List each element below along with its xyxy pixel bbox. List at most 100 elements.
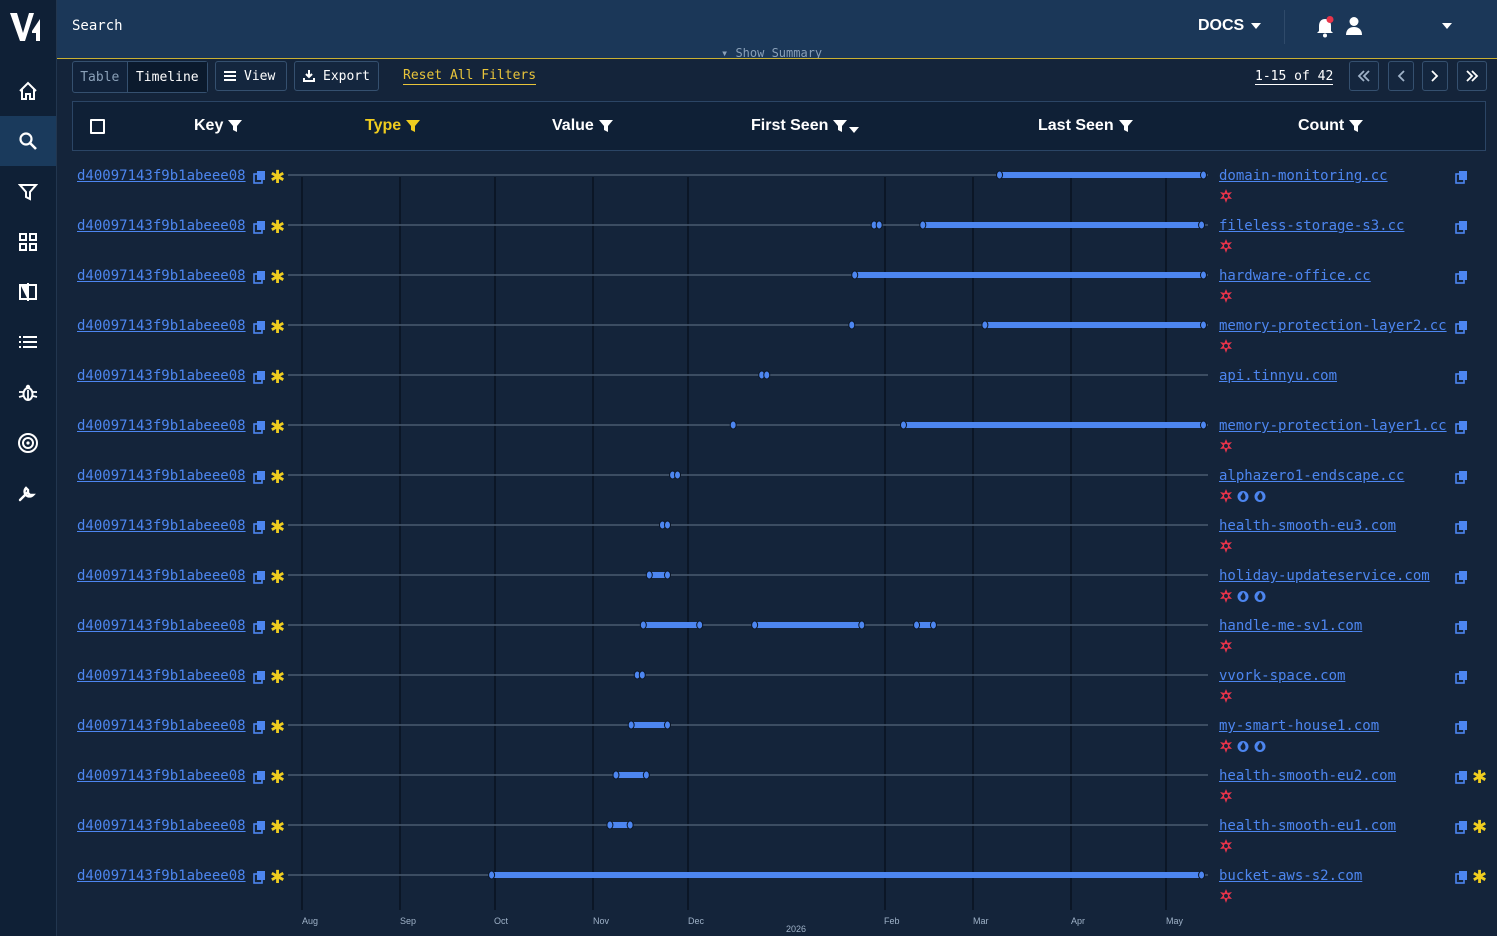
row-value-link[interactable]: memory-protection-layer1.cc [1219, 418, 1447, 434]
row-key-link[interactable]: d40097143f9b1abeee08 [77, 518, 246, 534]
copy-value-icon[interactable] [1455, 769, 1469, 788]
row-value-link[interactable]: health-smooth-eu2.com [1219, 768, 1396, 784]
filter-icon[interactable] [1348, 118, 1364, 134]
last-page-button[interactable] [1457, 61, 1487, 91]
sidebar-item-compare[interactable] [0, 267, 56, 317]
table-row[interactable]: d40097143f9b1abeee08 ✱ hardware-office.cc [72, 267, 1492, 315]
row-key-link[interactable]: d40097143f9b1abeee08 [77, 168, 246, 184]
row-key-link[interactable]: d40097143f9b1abeee08 [77, 718, 246, 734]
column-type[interactable]: Type [365, 117, 421, 135]
row-key-link[interactable]: d40097143f9b1abeee08 [77, 568, 246, 584]
copy-value-icon[interactable] [1455, 219, 1469, 238]
row-key-link[interactable]: d40097143f9b1abeee08 [77, 418, 246, 434]
column-last-seen[interactable]: Last Seen [1038, 117, 1134, 135]
copy-key-icon[interactable] [253, 619, 267, 638]
row-value-link[interactable]: api.tinnyu.com [1219, 368, 1337, 384]
row-key-link[interactable]: d40097143f9b1abeee08 [77, 668, 246, 684]
copy-value-icon[interactable] [1455, 819, 1469, 838]
sidebar-item-tools[interactable] [0, 468, 56, 518]
row-value-link[interactable]: fileless-storage-s3.cc [1219, 218, 1404, 234]
copy-key-icon[interactable] [253, 369, 267, 388]
table-row[interactable]: d40097143f9b1abeee08 ✱ health-smooth-eu3.c… [72, 517, 1492, 565]
copy-key-icon[interactable] [253, 869, 267, 888]
row-value-link[interactable]: health-smooth-eu1.com [1219, 818, 1396, 834]
copy-key-icon[interactable] [253, 819, 267, 838]
row-value-link[interactable]: alphazero1-endscape.cc [1219, 468, 1404, 484]
app-logo-icon[interactable] [8, 9, 44, 45]
row-key-link[interactable]: d40097143f9b1abeee08 [77, 818, 246, 834]
copy-value-icon[interactable] [1455, 169, 1469, 188]
column-first-seen[interactable]: First Seen [751, 117, 860, 135]
user-avatar-icon[interactable] [1345, 16, 1363, 36]
sort-desc-icon[interactable] [849, 127, 860, 133]
copy-value-icon[interactable] [1455, 719, 1469, 738]
filter-icon[interactable] [227, 118, 243, 134]
column-key[interactable]: Key [194, 117, 243, 135]
previous-page-button[interactable] [1388, 61, 1414, 91]
copy-key-icon[interactable] [253, 419, 267, 438]
copy-value-icon[interactable] [1455, 419, 1469, 438]
sidebar-item-list[interactable] [0, 317, 56, 367]
table-row[interactable]: d40097143f9b1abeee08 ✱ memory-protection-l… [72, 317, 1492, 365]
copy-value-icon[interactable] [1455, 269, 1469, 288]
notification-bell-icon[interactable] [1315, 16, 1335, 38]
row-value-link[interactable]: memory-protection-layer2.cc [1219, 318, 1447, 334]
copy-key-icon[interactable] [253, 569, 267, 588]
copy-key-icon[interactable] [253, 469, 267, 488]
copy-key-icon[interactable] [253, 269, 267, 288]
first-page-button[interactable] [1349, 61, 1379, 91]
copy-key-icon[interactable] [253, 319, 267, 338]
copy-key-icon[interactable] [253, 169, 267, 188]
sidebar-item-target[interactable] [0, 418, 56, 468]
sidebar-item-bug[interactable] [0, 368, 56, 418]
row-key-link[interactable]: d40097143f9b1abeee08 [77, 368, 246, 384]
table-mode-button[interactable]: Table [73, 62, 128, 92]
row-key-link[interactable]: d40097143f9b1abeee08 [77, 218, 246, 234]
row-value-link[interactable]: domain-monitoring.cc [1219, 168, 1388, 184]
table-row[interactable]: d40097143f9b1abeee08 ✱ bucket-aws-s2.com ✱ [72, 867, 1492, 915]
copy-value-icon[interactable] [1455, 319, 1469, 338]
copy-value-icon[interactable] [1455, 869, 1469, 888]
row-value-link[interactable]: bucket-aws-s2.com [1219, 868, 1362, 884]
table-row[interactable]: d40097143f9b1abeee08 ✱ api.tinnyu.com [72, 367, 1492, 415]
sidebar-item-search[interactable] [0, 116, 56, 166]
table-row[interactable]: d40097143f9b1abeee08 ✱ health-smooth-eu2.c… [72, 767, 1492, 815]
row-key-link[interactable]: d40097143f9b1abeee08 [77, 268, 246, 284]
table-row[interactable]: d40097143f9b1abeee08 ✱ health-smooth-eu1.c… [72, 817, 1492, 865]
table-row[interactable]: d40097143f9b1abeee08 ✱ alphazero1-endscape… [72, 467, 1492, 515]
row-key-link[interactable]: d40097143f9b1abeee08 [77, 768, 246, 784]
docs-menu[interactable]: DOCS [1198, 17, 1262, 35]
row-key-link[interactable]: d40097143f9b1abeee08 [77, 868, 246, 884]
row-value-link[interactable]: my-smart-house1.com [1219, 718, 1379, 734]
table-row[interactable]: d40097143f9b1abeee08 ✱ holiday-updateservi… [72, 567, 1492, 615]
copy-value-icon[interactable] [1455, 469, 1469, 488]
row-value-link[interactable]: holiday-updateservice.com [1219, 568, 1430, 584]
copy-key-icon[interactable] [253, 219, 267, 238]
table-row[interactable]: d40097143f9b1abeee08 ✱ fileless-storage-s3… [72, 217, 1492, 265]
table-row[interactable]: d40097143f9b1abeee08 ✱ domain-monitoring.c… [72, 167, 1492, 215]
row-key-link[interactable]: d40097143f9b1abeee08 [77, 318, 246, 334]
table-row[interactable]: d40097143f9b1abeee08 ✱ memory-protection-l… [72, 417, 1492, 465]
table-row[interactable]: d40097143f9b1abeee08 ✱ vvork-space.com [72, 667, 1492, 715]
copy-key-icon[interactable] [253, 669, 267, 688]
row-value-link[interactable]: handle-me-sv1.com [1219, 618, 1362, 634]
filter-active-icon[interactable] [405, 118, 421, 134]
sidebar-item-filter[interactable] [0, 167, 56, 217]
reset-filters-link[interactable]: Reset All Filters [403, 68, 537, 85]
row-key-link[interactable]: d40097143f9b1abeee08 [77, 468, 246, 484]
column-count[interactable]: Count [1298, 117, 1364, 135]
copy-value-icon[interactable] [1455, 669, 1469, 688]
row-value-link[interactable]: hardware-office.cc [1219, 268, 1371, 284]
filter-icon[interactable] [598, 118, 614, 134]
row-key-link[interactable]: d40097143f9b1abeee08 [77, 618, 246, 634]
row-value-link[interactable]: health-smooth-eu3.com [1219, 518, 1396, 534]
select-all-checkbox[interactable] [90, 119, 105, 134]
copy-key-icon[interactable] [253, 769, 267, 788]
view-button[interactable]: View [215, 61, 287, 91]
sidebar-item-home[interactable] [0, 66, 56, 116]
column-value[interactable]: Value [552, 117, 614, 135]
copy-key-icon[interactable] [253, 519, 267, 538]
copy-value-icon[interactable] [1455, 619, 1469, 638]
row-value-link[interactable]: vvork-space.com [1219, 668, 1345, 684]
timeline-mode-button[interactable]: Timeline [127, 62, 207, 92]
